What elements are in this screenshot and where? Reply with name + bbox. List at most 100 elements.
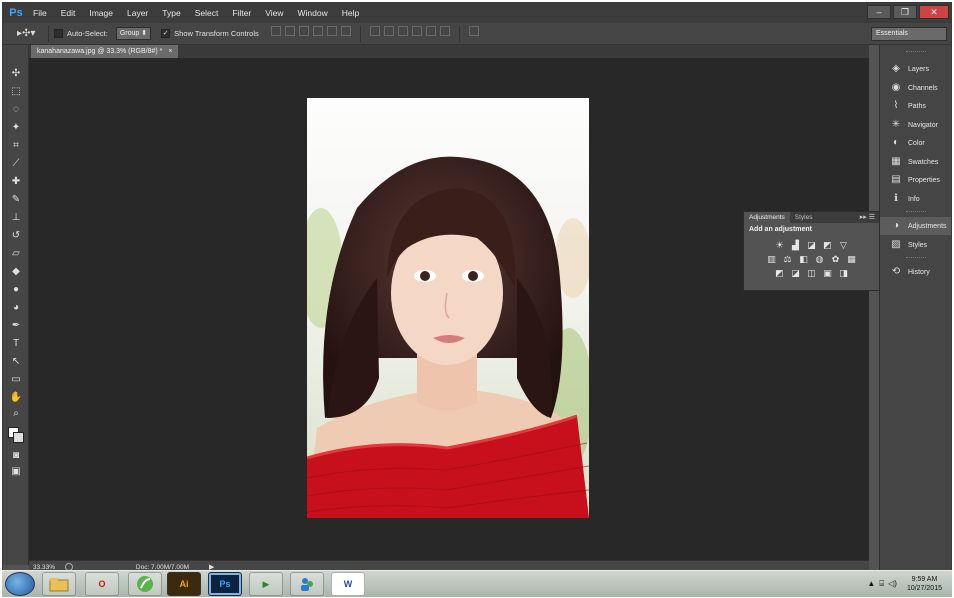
background-color-swatch[interactable]: [13, 432, 24, 443]
move-tool-icon[interactable]: ✣: [7, 67, 25, 81]
exposure-icon[interactable]: ◩: [822, 240, 833, 250]
dock-item-history[interactable]: ⟲ History: [880, 263, 951, 281]
dock-item-layers[interactable]: ◈ Layers: [880, 60, 951, 78]
menu-help[interactable]: Help: [335, 3, 366, 23]
quick-mask-icon[interactable]: ◙: [7, 449, 25, 463]
threshold-icon[interactable]: ◫: [806, 268, 817, 278]
menu-image[interactable]: Image: [82, 3, 120, 23]
document-tab[interactable]: kanahanazawa.jpg @ 33.3% (RGB/8#) * ×: [31, 45, 179, 58]
dock-item-styles[interactable]: ▨ Styles: [880, 236, 951, 254]
dock-grip[interactable]: [906, 211, 926, 213]
menu-edit[interactable]: Edit: [54, 3, 83, 23]
taskbar-leaf-app-icon[interactable]: [128, 572, 162, 596]
pen-tool-icon[interactable]: ✒: [7, 319, 25, 333]
dock-grip[interactable]: [906, 257, 926, 259]
eraser-tool-icon[interactable]: ▱: [7, 247, 25, 261]
align-right-icon[interactable]: [340, 25, 351, 36]
menu-view[interactable]: View: [258, 3, 290, 23]
panel-menu-icon[interactable]: ▸▸ ☰: [860, 213, 875, 221]
align-left-icon[interactable]: [312, 25, 323, 36]
vibrance-icon[interactable]: ▽: [838, 240, 849, 250]
crop-tool-icon[interactable]: ⌗: [7, 139, 25, 153]
tab-adjustments[interactable]: Adjustments: [744, 212, 790, 223]
dock-item-properties[interactable]: ▤ Properties: [880, 171, 951, 189]
taskbar-media-icon[interactable]: ▶: [249, 572, 283, 596]
paint-bucket-tool-icon[interactable]: ◆: [7, 265, 25, 279]
screen-mode-icon[interactable]: ▣: [7, 465, 25, 479]
clone-stamp-tool-icon[interactable]: ⊥: [7, 211, 25, 225]
menu-file[interactable]: File: [26, 3, 54, 23]
black-white-icon[interactable]: ◧: [798, 254, 809, 264]
tab-styles[interactable]: Styles: [790, 212, 818, 223]
blur-tool-icon[interactable]: ●: [7, 283, 25, 297]
taskbar-illustrator-icon[interactable]: Ai: [167, 572, 201, 596]
photoshop-logo[interactable]: Ps: [6, 4, 26, 22]
auto-select-checkbox[interactable]: [54, 29, 63, 38]
taskbar-photoshop-icon[interactable]: Ps: [208, 572, 242, 596]
dock-item-swatches[interactable]: ▦ Swatches: [880, 153, 951, 171]
rectangle-tool-icon[interactable]: ▭: [7, 373, 25, 387]
taskbar-network-app-icon[interactable]: [290, 572, 324, 596]
distribute-right-icon[interactable]: [439, 25, 450, 36]
levels-icon[interactable]: ▟: [790, 240, 801, 250]
brush-tool-icon[interactable]: ✎: [7, 193, 25, 207]
color-balance-icon[interactable]: ⚖: [782, 254, 793, 264]
show-transform-checkbox[interactable]: ✓: [161, 29, 171, 38]
dock-grip[interactable]: [906, 51, 926, 53]
taskbar-word-icon[interactable]: W: [331, 572, 365, 596]
channel-mixer-icon[interactable]: ✿: [830, 254, 841, 264]
menu-window[interactable]: Window: [290, 3, 334, 23]
path-selection-tool-icon[interactable]: ↖: [7, 355, 25, 369]
menu-filter[interactable]: Filter: [225, 3, 258, 23]
start-button[interactable]: [5, 572, 35, 596]
dock-item-channels[interactable]: ◉ Channels: [880, 79, 951, 97]
photo-filter-icon[interactable]: ◍: [814, 254, 825, 264]
distribute-hcenter-icon[interactable]: [425, 25, 436, 36]
marquee-tool-icon[interactable]: ⬚: [7, 85, 25, 99]
selective-color-icon[interactable]: ▣: [822, 268, 833, 278]
volume-icon[interactable]: ◁): [888, 579, 897, 589]
network-icon[interactable]: ⌸: [879, 579, 884, 589]
hand-tool-icon[interactable]: ✋: [7, 391, 25, 405]
posterize-icon[interactable]: ◪: [790, 268, 801, 278]
align-bottom-icon[interactable]: [298, 25, 309, 36]
workspace-dropdown[interactable]: Essentials: [871, 27, 947, 41]
zoom-tool-icon[interactable]: ⌕: [7, 407, 25, 421]
dodge-tool-icon[interactable]: ◕: [7, 301, 25, 315]
dock-item-paths[interactable]: ⌇ Paths: [880, 97, 951, 115]
taskbar-opera-icon[interactable]: O: [85, 572, 119, 596]
minimize-button[interactable]: –: [867, 5, 891, 19]
distribute-bottom-icon[interactable]: [397, 25, 408, 36]
history-brush-tool-icon[interactable]: ↺: [7, 229, 25, 243]
eyedropper-tool-icon[interactable]: ⟋: [7, 157, 25, 171]
align-top-icon[interactable]: [270, 25, 281, 36]
magic-wand-tool-icon[interactable]: ✦: [7, 121, 25, 135]
menu-type[interactable]: Type: [155, 3, 187, 23]
dock-item-navigator[interactable]: ✳ Navigator: [880, 116, 951, 134]
menu-layer[interactable]: Layer: [120, 3, 155, 23]
lasso-tool-icon[interactable]: ◌: [7, 103, 25, 117]
document-image[interactable]: [307, 98, 589, 518]
gradient-map-icon[interactable]: ◨: [838, 268, 849, 278]
type-tool-icon[interactable]: T: [7, 337, 25, 351]
restore-button[interactable]: ❐: [893, 5, 917, 19]
close-button[interactable]: ✕: [919, 5, 949, 19]
show-hidden-icons-icon[interactable]: ▲: [867, 579, 875, 589]
brightness-contrast-icon[interactable]: ☀: [774, 240, 785, 250]
auto-align-icon[interactable]: [468, 25, 479, 36]
healing-brush-tool-icon[interactable]: ✚: [7, 175, 25, 189]
taskbar-clock[interactable]: 9:59 AM 10/27/2015: [907, 575, 942, 593]
move-tool-preset-icon[interactable]: ▸✣▾: [17, 26, 43, 42]
auto-select-dropdown[interactable]: Group ⬍: [115, 27, 152, 40]
canvas-area[interactable]: [29, 58, 869, 560]
dock-item-adjustments[interactable]: ◑ Adjustments: [880, 217, 951, 235]
dock-item-color[interactable]: ◐ Color: [880, 134, 951, 152]
distribute-vcenter-icon[interactable]: [383, 25, 394, 36]
invert-icon[interactable]: ◩: [774, 268, 785, 278]
distribute-left-icon[interactable]: [411, 25, 422, 36]
close-document-icon[interactable]: ×: [168, 48, 172, 55]
color-lookup-icon[interactable]: ▦: [846, 254, 857, 264]
curves-icon[interactable]: ◪: [806, 240, 817, 250]
taskbar-explorer-icon[interactable]: [42, 572, 76, 596]
dock-item-info[interactable]: ℹ Info: [880, 190, 951, 208]
